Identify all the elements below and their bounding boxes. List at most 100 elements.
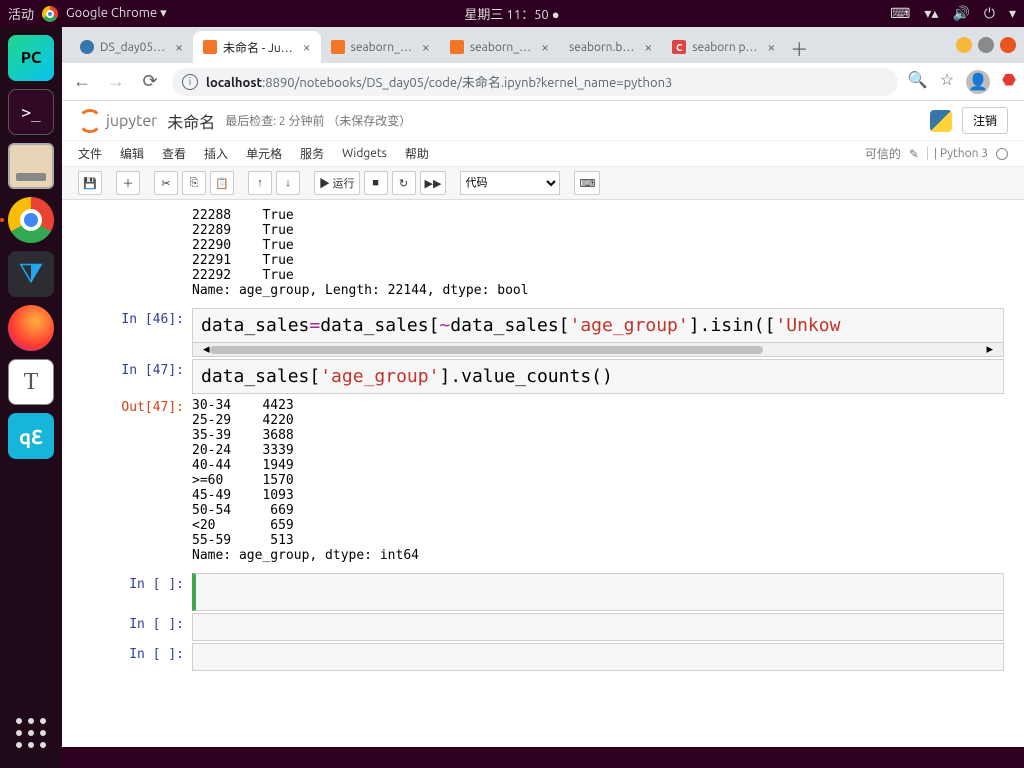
menu-kernel[interactable]: 服务 — [300, 145, 324, 162]
menu-cell[interactable]: 单元格 — [246, 145, 282, 162]
jupyter-notebook: jupyter 未命名 最后检查: 2 分钟前 （未保存改变） 注销 文件 编辑… — [62, 101, 1024, 747]
tab-seaborn-1[interactable]: seaborn_… × — [321, 31, 440, 63]
jupyter-logo-icon — [78, 109, 102, 133]
clock[interactable]: 星期三 11：50 ● — [464, 4, 559, 23]
command-palette-button[interactable]: ⌨ — [574, 171, 600, 195]
code-cell-empty[interactable]: In [ ]: — [82, 573, 1004, 611]
dock-vscode[interactable]: ⧩ — [6, 249, 56, 299]
code-cell-empty[interactable]: In [ ]: — [82, 613, 1004, 641]
logout-button[interactable]: 注销 — [962, 107, 1008, 134]
insert-cell-button[interactable]: ＋ — [116, 171, 140, 195]
copy-button[interactable]: ⎘ — [182, 171, 206, 195]
profile-avatar-icon[interactable]: 👤 — [966, 70, 990, 94]
search-icon[interactable]: 🔍 — [908, 70, 928, 94]
volume-icon[interactable]: 🔊 — [952, 5, 969, 22]
dock-files[interactable] — [6, 141, 56, 191]
cut-button[interactable]: ✂ — [154, 171, 178, 195]
code-editor[interactable]: data_sales=data_sales[~data_sales['age_g… — [192, 308, 1004, 343]
scrollbar-thumb[interactable] — [210, 346, 763, 354]
horizontal-scrollbar[interactable]: ◂▸ — [192, 343, 1004, 357]
forward-button[interactable]: → — [104, 70, 128, 94]
tab-close-icon[interactable]: × — [422, 39, 430, 55]
omnibox[interactable]: i localhost:8890/notebooks/DS_day05/code… — [172, 68, 898, 96]
dock-chrome[interactable] — [6, 195, 56, 245]
restart-run-all-button[interactable]: ▶▶ — [420, 171, 447, 195]
edit-icon[interactable]: ✎ — [909, 147, 919, 161]
notebook-container[interactable]: 22288 True 22289 True 22290 True 22291 T… — [62, 200, 1024, 726]
code-cell-47[interactable]: In [47]: data_sales['age_group'].value_c… — [82, 359, 1004, 394]
code-editor[interactable] — [192, 613, 1004, 641]
code-cell-46[interactable]: In [46]: data_sales=data_sales[~data_sal… — [82, 308, 1004, 357]
menu-insert[interactable]: 插入 — [204, 145, 228, 162]
run-button[interactable]: ▶ 运行 — [314, 171, 360, 195]
prompt-in: In [ ]: — [82, 643, 192, 671]
restart-button[interactable]: ↻ — [392, 171, 416, 195]
tab-seaborn-2[interactable]: seaborn_… × — [440, 31, 559, 63]
window-minimize-button[interactable] — [956, 37, 972, 53]
new-tab-button[interactable]: ＋ — [785, 35, 813, 63]
tab-seaborn-4[interactable]: Cseaborn p…× — [662, 31, 785, 63]
tab-close-icon[interactable]: × — [303, 39, 311, 55]
tab-close-icon[interactable]: × — [767, 39, 775, 55]
dock-pycharm[interactable]: PC — [6, 33, 56, 83]
tab-label: seaborn_… — [470, 41, 531, 54]
tab-seaborn-3[interactable]: seaborn.b… × — [559, 31, 662, 63]
tab-untitled[interactable]: 未命名 - Ju…× — [193, 31, 321, 63]
input-method-icon[interactable]: ⌨ — [890, 5, 910, 22]
scroll-right-icon[interactable]: ▸ — [986, 342, 993, 357]
output-text: 22288 True 22289 True 22290 True 22291 T… — [192, 206, 1004, 306]
jupyter-favicon-icon — [80, 40, 94, 54]
save-button[interactable]: 💾 — [78, 171, 102, 195]
prompt-in: In [47]: — [82, 359, 192, 394]
scroll-left-icon[interactable]: ◂ — [203, 342, 210, 357]
network-icon[interactable]: ▾▴ — [924, 5, 938, 22]
kernel-name[interactable]: | Python 3 — [927, 147, 988, 160]
trusted-indicator[interactable]: 可信的 — [865, 145, 901, 162]
menu-widgets[interactable]: Widgets — [342, 147, 387, 160]
tab-strip: DS_day05… × 未命名 - Ju…× seaborn_… × seaborn… — [62, 27, 1024, 63]
dock-firefox[interactable] — [6, 303, 56, 353]
notebook-title[interactable]: 未命名 — [167, 109, 215, 133]
code-editor[interactable]: data_sales['age_group'].value_counts() — [192, 359, 1004, 394]
dock-app-teal[interactable]: qƐ — [6, 411, 56, 461]
jupyter-header: jupyter 未命名 最后检查: 2 分钟前 （未保存改变） 注销 — [62, 101, 1024, 141]
site-info-icon[interactable]: i — [182, 74, 198, 90]
tab-close-icon[interactable]: × — [541, 39, 549, 55]
code-editor[interactable] — [192, 573, 1004, 611]
menu-file[interactable]: 文件 — [78, 145, 102, 162]
tab-close-icon[interactable]: × — [644, 39, 652, 55]
dock-text-editor[interactable]: T — [6, 357, 56, 407]
prompt-in: In [ ]: — [82, 573, 192, 611]
tab-close-icon[interactable]: × — [175, 39, 183, 55]
jupyter-logo[interactable]: jupyter — [78, 109, 157, 133]
csdn-favicon-icon: C — [672, 40, 686, 54]
activities-button[interactable]: 活动 — [8, 4, 34, 23]
system-menu-chevron-icon[interactable]: ▾ — [1009, 5, 1016, 22]
move-down-button[interactable]: ↓ — [276, 171, 300, 195]
menu-edit[interactable]: 编辑 — [120, 145, 144, 162]
window-maximize-button[interactable] — [978, 37, 994, 53]
address-bar: ← → ⟳ i localhost:8890/notebooks/DS_day0… — [62, 63, 1024, 101]
menu-view[interactable]: 查看 — [162, 145, 186, 162]
paste-button[interactable]: 📋 — [210, 171, 234, 195]
power-icon[interactable]: ⏻ — [984, 5, 995, 22]
move-up-button[interactable]: ↑ — [248, 171, 272, 195]
extension-icon[interactable]: ⬣ — [1002, 70, 1016, 94]
tab-label: DS_day05… — [100, 41, 165, 54]
focused-app-title[interactable]: Google Chrome ▾ — [66, 6, 167, 21]
back-button[interactable]: ← — [70, 70, 94, 94]
show-applications-button[interactable] — [0, 708, 62, 758]
python-logo-icon — [930, 110, 952, 132]
code-editor[interactable] — [192, 643, 1004, 671]
code-cell-empty[interactable]: In [ ]: — [82, 643, 1004, 671]
tab-label: seaborn.b… — [569, 41, 634, 54]
cell-type-select[interactable]: 代码 — [460, 171, 560, 195]
dock-terminal[interactable]: >_ — [6, 87, 56, 137]
window-close-button[interactable] — [1000, 37, 1016, 53]
bookmark-star-icon[interactable]: ☆ — [940, 70, 954, 94]
tab-label: seaborn_… — [351, 41, 412, 54]
reload-button[interactable]: ⟳ — [138, 70, 162, 94]
menu-help[interactable]: 帮助 — [405, 145, 429, 162]
tab-ds-day05[interactable]: DS_day05… × — [70, 31, 193, 63]
interrupt-button[interactable]: ■ — [364, 171, 388, 195]
